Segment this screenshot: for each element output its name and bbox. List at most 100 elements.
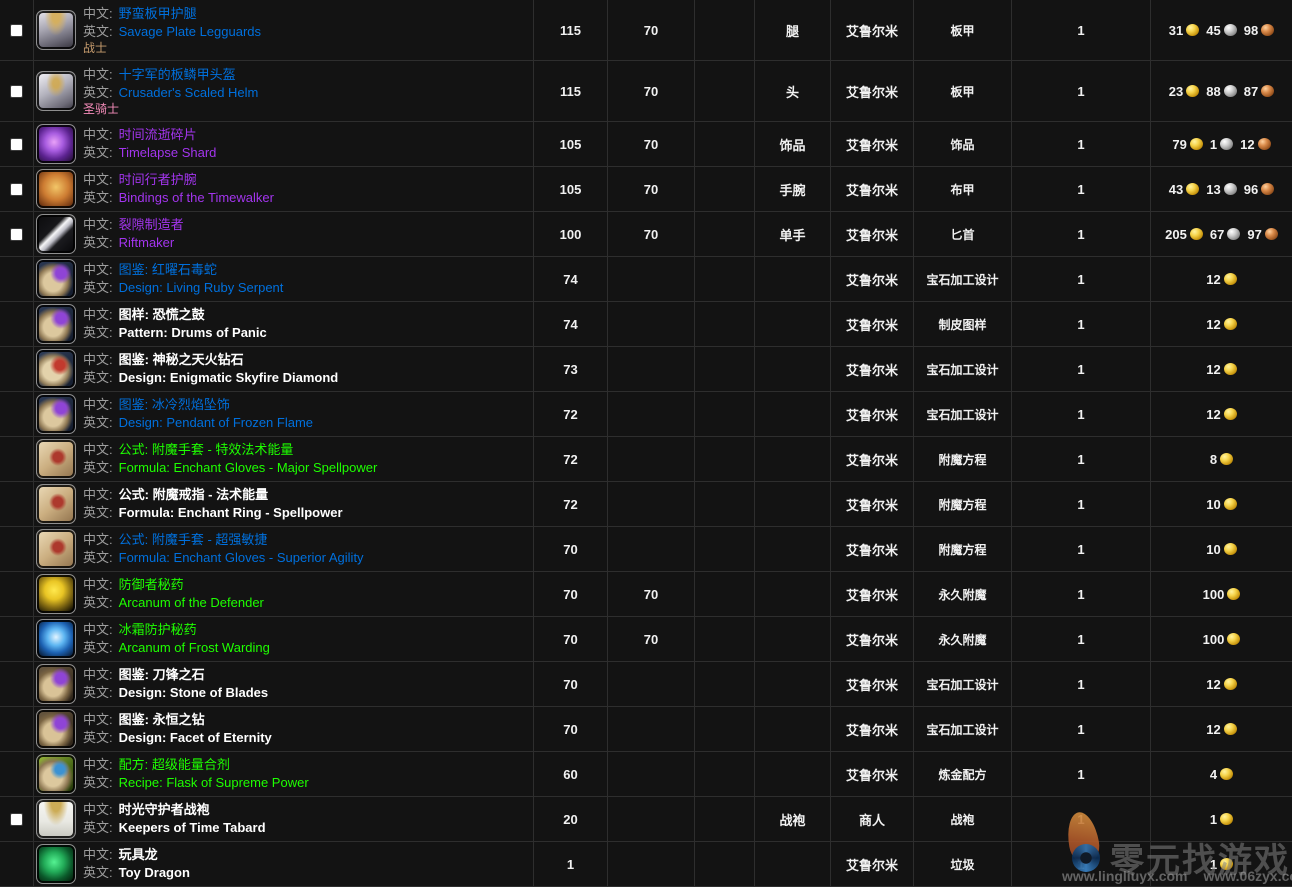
- gold-coin-icon: [1224, 408, 1237, 420]
- type-cell: 宝石加工设计: [914, 707, 1012, 751]
- item-name-cn[interactable]: 图鉴: 冰冷烈焰坠饰: [119, 397, 230, 412]
- item-name-cn[interactable]: 图鉴: 红曜石毒蛇: [119, 262, 217, 277]
- price-amount: 12: [1206, 362, 1220, 377]
- toy-dragon-icon[interactable]: [36, 844, 76, 884]
- scaled-helm-icon[interactable]: [36, 71, 76, 111]
- item-name-en[interactable]: Design: Living Ruby Serpent: [119, 280, 284, 295]
- item-name-en[interactable]: Keepers of Time Tabard: [119, 820, 266, 835]
- item-name-en[interactable]: Design: Pendant of Frozen Flame: [119, 415, 313, 430]
- item-name-cn[interactable]: 公式: 附魔手套 - 超强敏捷: [119, 532, 268, 547]
- gold-coin-icon: [1224, 318, 1237, 330]
- row-checkbox[interactable]: [10, 813, 23, 826]
- item-level-cell: 74: [534, 257, 608, 301]
- item-name-en[interactable]: Formula: Enchant Ring - Spellpower: [119, 505, 343, 520]
- design-scroll-blue-icon[interactable]: [36, 259, 76, 299]
- item-name-en[interactable]: Bindings of the Timewalker: [119, 190, 274, 205]
- item-name-en[interactable]: Arcanum of Frost Warding: [119, 640, 270, 655]
- price-amount: 67: [1210, 227, 1224, 242]
- checkbox-cell: [0, 0, 34, 60]
- row-checkbox[interactable]: [10, 85, 23, 98]
- price-amount: 12: [1206, 407, 1220, 422]
- arcanum-frost-icon[interactable]: [36, 619, 76, 659]
- gold-coin-icon: [1220, 858, 1233, 870]
- gold-coin-icon: [1220, 768, 1233, 780]
- row-checkbox[interactable]: [10, 138, 23, 151]
- row-checkbox[interactable]: [10, 24, 23, 37]
- item-name-cn[interactable]: 图鉴: 永恒之钻: [119, 712, 205, 727]
- table-row: 中文:公式: 附魔戒指 - 法术能量英文:Formula: Enchant Ri…: [0, 482, 1292, 527]
- type-cell: 板甲: [914, 0, 1012, 60]
- item-name-en[interactable]: Formula: Enchant Gloves - Major Spellpow…: [119, 460, 378, 475]
- name-line: 中文:公式: 附魔手套 - 特效法术能量: [83, 441, 377, 459]
- savage-plate-legs-icon[interactable]: [36, 10, 76, 50]
- item-name-en[interactable]: Design: Facet of Eternity: [119, 730, 272, 745]
- item-name-cn[interactable]: 裂隙制造者: [119, 217, 184, 232]
- formula-scroll-icon[interactable]: [36, 439, 76, 479]
- item-name-en[interactable]: Formula: Enchant Gloves - Superior Agili…: [119, 550, 364, 565]
- cn-label: 中文:: [83, 667, 113, 682]
- item-name-cn[interactable]: 时间流逝碎片: [119, 127, 197, 142]
- source-cell: 艾鲁尔米: [831, 347, 914, 391]
- riftmaker-dagger-icon[interactable]: [36, 214, 76, 254]
- type-cell: 板甲: [914, 61, 1012, 121]
- item-name-en[interactable]: Savage Plate Legguards: [119, 24, 261, 39]
- item-name-cn[interactable]: 玩具龙: [119, 847, 158, 862]
- design-scroll-brown-icon[interactable]: [36, 664, 76, 704]
- item-names: 中文:公式: 附魔手套 - 超强敏捷英文:Formula: Enchant Gl…: [83, 531, 364, 567]
- item-name-cn[interactable]: 冰霜防护秘药: [119, 622, 197, 637]
- name-line: 英文:Recipe: Flask of Supreme Power: [83, 774, 309, 792]
- item-name-en[interactable]: Riftmaker: [119, 235, 175, 250]
- item-name-cn[interactable]: 公式: 附魔戒指 - 法术能量: [119, 487, 269, 502]
- req-level-cell: 70: [608, 0, 695, 60]
- design-scroll-blue-icon[interactable]: [36, 304, 76, 344]
- design-scroll-blue-icon[interactable]: [36, 394, 76, 434]
- item-name-cn[interactable]: 十字军的板鳞甲头盔: [119, 67, 236, 82]
- item-name-cn[interactable]: 图样: 恐慌之鼓: [119, 307, 205, 322]
- item-name-en[interactable]: Design: Enigmatic Skyfire Diamond: [119, 370, 339, 385]
- type-cell: 附魔方程: [914, 482, 1012, 526]
- item-name-cn[interactable]: 防御者秘药: [119, 577, 184, 592]
- empty-cell: [695, 167, 755, 211]
- name-line: 英文:Toy Dragon: [83, 864, 190, 882]
- formula-scroll-icon[interactable]: [36, 529, 76, 569]
- gold-coin-icon: [1220, 453, 1233, 465]
- name-line: 中文:配方: 超级能量合剂: [83, 756, 309, 774]
- item-names: 中文:图鉴: 刀锋之石英文:Design: Stone of Blades: [83, 666, 268, 702]
- slot-cell: [755, 752, 831, 796]
- item-name-en[interactable]: Timelapse Shard: [119, 145, 217, 160]
- price-amount: 10: [1206, 542, 1220, 557]
- item-name-en[interactable]: Arcanum of the Defender: [119, 595, 264, 610]
- item-name-cn[interactable]: 时间行者护腕: [119, 172, 197, 187]
- item-name-en[interactable]: Toy Dragon: [119, 865, 190, 880]
- item-name-cn[interactable]: 野蛮板甲护腿: [119, 6, 197, 21]
- formula-scroll-icon[interactable]: [36, 484, 76, 524]
- item-name-cn[interactable]: 时光守护者战袍: [119, 802, 210, 817]
- name-line: 英文:Design: Facet of Eternity: [83, 729, 272, 747]
- row-checkbox[interactable]: [10, 228, 23, 241]
- design-scroll-brown-icon[interactable]: [36, 709, 76, 749]
- copper-coin-icon: [1261, 85, 1274, 97]
- arcanum-defender-icon[interactable]: [36, 574, 76, 614]
- item-name-cn[interactable]: 公式: 附魔手套 - 特效法术能量: [119, 442, 294, 457]
- recipe-scroll-green-icon[interactable]: [36, 754, 76, 794]
- item-cell: 中文:图鉴: 神秘之天火钻石英文:Design: Enigmatic Skyfi…: [34, 347, 534, 391]
- tabard-icon[interactable]: [36, 799, 76, 839]
- price-part: 12: [1206, 362, 1236, 377]
- count-cell: 1: [1012, 617, 1151, 661]
- item-name-cn[interactable]: 图鉴: 刀锋之石: [119, 667, 205, 682]
- item-name-en[interactable]: Recipe: Flask of Supreme Power: [119, 775, 309, 790]
- empty-cell: [695, 797, 755, 841]
- design-scroll-red-icon[interactable]: [36, 349, 76, 389]
- item-name-en[interactable]: Crusader's Scaled Helm: [119, 85, 259, 100]
- req-level-cell: 70: [608, 122, 695, 166]
- item-name-en[interactable]: Pattern: Drums of Panic: [119, 325, 267, 340]
- item-name-cn[interactable]: 图鉴: 神秘之天火钻石: [119, 352, 244, 367]
- row-checkbox[interactable]: [10, 183, 23, 196]
- item-name-cn[interactable]: 配方: 超级能量合剂: [119, 757, 230, 772]
- item-name-en[interactable]: Design: Stone of Blades: [119, 685, 269, 700]
- gold-coin-icon: [1190, 228, 1203, 240]
- item-names: 中文:玩具龙英文:Toy Dragon: [83, 846, 190, 882]
- timewalker-bindings-icon[interactable]: [36, 169, 76, 209]
- en-label: 英文:: [83, 505, 113, 520]
- timelapse-shard-icon[interactable]: [36, 124, 76, 164]
